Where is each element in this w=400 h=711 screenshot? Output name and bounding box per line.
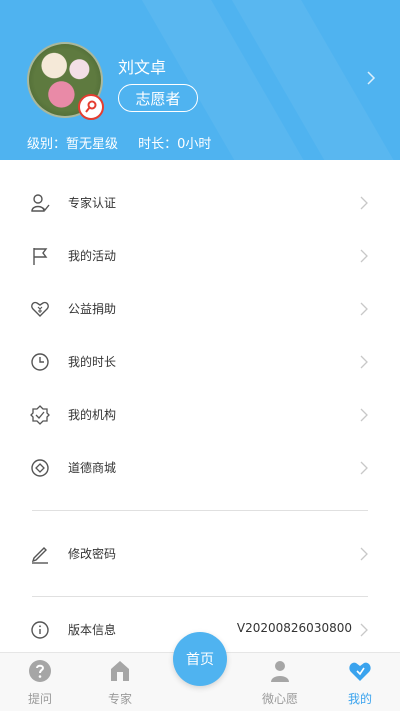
divider bbox=[32, 510, 368, 511]
user-stats: 级别：暂无星级 时长：0小时 bbox=[27, 133, 227, 152]
nav-item-wish[interactable]: 微心愿 bbox=[252, 659, 308, 707]
home-button[interactable]: 首页 bbox=[173, 632, 227, 686]
chevron-right-icon bbox=[360, 301, 368, 320]
expert-verify-icon bbox=[30, 193, 50, 213]
menu-label: 公益捐助 bbox=[68, 302, 117, 316]
volunteer-badge-icon bbox=[78, 94, 104, 120]
menu-item-change-password[interactable]: 修改密码 bbox=[0, 527, 400, 580]
nav-item-expert[interactable]: 专家 bbox=[92, 659, 148, 707]
nav-item-ask[interactable]: 提问 bbox=[12, 659, 68, 707]
nav-label: 专家 bbox=[107, 692, 132, 706]
nav-label: 提问 bbox=[27, 692, 52, 706]
menu-label: 我的活动 bbox=[68, 249, 117, 263]
clock-icon bbox=[30, 352, 50, 372]
house-icon bbox=[108, 659, 132, 687]
flag-icon bbox=[30, 246, 50, 266]
menu-item-my-hours[interactable]: 我的时长 bbox=[0, 335, 400, 388]
profile-header[interactable]: 刘文卓 志愿者 级别：暂无星级 时长：0小时 bbox=[0, 0, 400, 160]
menu-item-my-organization[interactable]: 我的机构 bbox=[0, 388, 400, 441]
menu-label: 我的时长 bbox=[68, 355, 117, 369]
version-value: V20200826030800 bbox=[236, 621, 352, 635]
chevron-right-icon bbox=[360, 195, 368, 214]
mall-icon bbox=[30, 458, 50, 478]
chevron-right-icon bbox=[360, 460, 368, 479]
chevron-right-icon bbox=[360, 354, 368, 373]
pencil-icon bbox=[30, 544, 50, 564]
chevron-right-icon bbox=[360, 622, 368, 641]
menu-label: 版本信息 bbox=[68, 623, 117, 637]
menu-label: 道德商城 bbox=[68, 461, 117, 475]
menu-list: 专家认证 我的活动 公益捐助 我的时长 我的机构 道德商城 修改密码 版本信息 … bbox=[0, 176, 400, 656]
divider bbox=[32, 596, 368, 597]
heart-icon bbox=[348, 659, 372, 687]
user-icon bbox=[268, 659, 292, 687]
organization-icon bbox=[30, 404, 50, 425]
donation-heart-icon bbox=[30, 299, 50, 319]
chevron-right-icon bbox=[360, 407, 368, 426]
info-icon bbox=[30, 620, 50, 640]
question-icon bbox=[28, 659, 52, 687]
nav-item-mine[interactable]: 我的 bbox=[332, 659, 388, 707]
menu-item-mall[interactable]: 道德商城 bbox=[0, 441, 400, 494]
menu-item-expert-verify[interactable]: 专家认证 bbox=[0, 176, 400, 229]
menu-label: 修改密码 bbox=[68, 547, 117, 561]
menu-label: 我的机构 bbox=[68, 408, 117, 422]
level-text: 级别：暂无星级 bbox=[27, 137, 119, 152]
role-badge: 志愿者 bbox=[118, 84, 198, 112]
user-name: 刘文卓 bbox=[118, 58, 167, 77]
nav-label: 我的 bbox=[347, 692, 372, 706]
chevron-right-icon[interactable] bbox=[366, 70, 376, 90]
menu-item-my-activities[interactable]: 我的活动 bbox=[0, 229, 400, 282]
chevron-right-icon bbox=[360, 546, 368, 565]
hours-text: 时长：0小时 bbox=[138, 137, 212, 152]
menu-item-donation[interactable]: 公益捐助 bbox=[0, 282, 400, 335]
chevron-right-icon bbox=[360, 248, 368, 267]
menu-label: 专家认证 bbox=[68, 196, 117, 210]
nav-label: 微心愿 bbox=[261, 692, 298, 706]
